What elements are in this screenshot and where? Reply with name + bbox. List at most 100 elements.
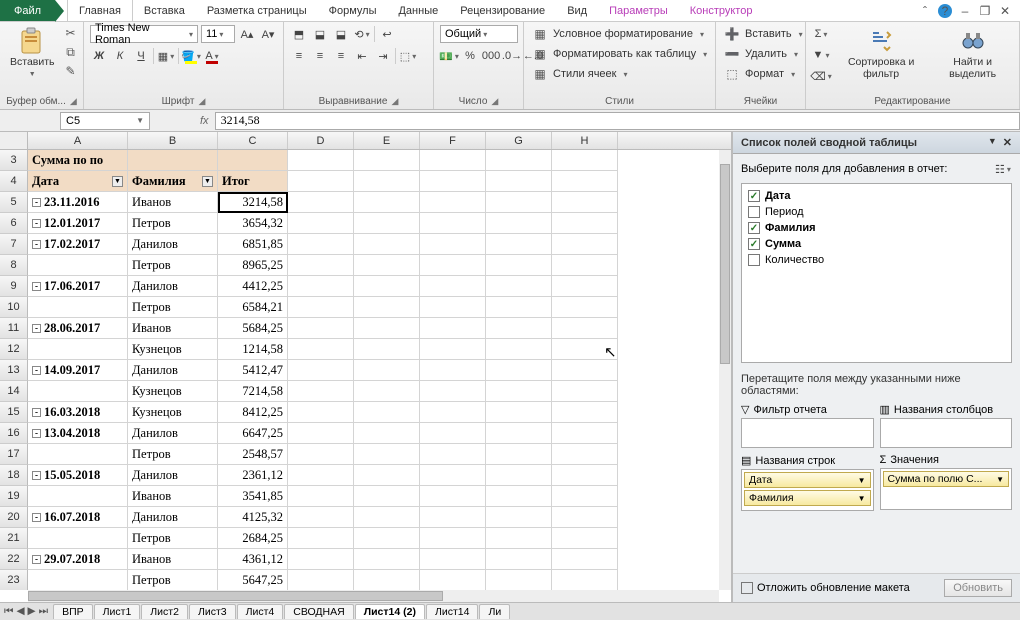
cell[interactable] (420, 402, 486, 423)
cell[interactable] (288, 255, 354, 276)
cell[interactable] (288, 549, 354, 570)
cell[interactable] (288, 423, 354, 444)
cell[interactable] (288, 339, 354, 360)
cell[interactable] (420, 192, 486, 213)
row-header[interactable]: 7 (0, 234, 28, 255)
sheet-tab[interactable]: Ли (479, 604, 510, 619)
update-button[interactable]: Обновить (944, 579, 1012, 597)
col-header-B[interactable]: B (128, 132, 218, 149)
collapse-icon[interactable]: - (32, 408, 41, 417)
cell[interactable] (486, 297, 552, 318)
sheet-tab[interactable]: ВПР (53, 604, 93, 619)
cell[interactable] (354, 192, 420, 213)
cell[interactable] (552, 213, 618, 234)
align-center-icon[interactable]: ≡ (311, 47, 329, 65)
col-header-D[interactable]: D (288, 132, 354, 149)
cell[interactable] (420, 528, 486, 549)
row-header[interactable]: 8 (0, 255, 28, 276)
row-header[interactable]: 19 (0, 486, 28, 507)
cell[interactable] (354, 276, 420, 297)
minimize-ribbon-icon[interactable]: ˆ (918, 4, 932, 18)
cell[interactable]: Иванов (128, 192, 218, 213)
zone-columns[interactable] (880, 418, 1013, 448)
collapse-icon[interactable]: - (32, 471, 41, 480)
collapse-icon[interactable]: - (32, 282, 41, 291)
menu-tab-0[interactable]: Главная (67, 0, 133, 21)
cell[interactable] (486, 318, 552, 339)
cell[interactable]: Фамилия▼ (128, 171, 218, 192)
cell[interactable] (552, 255, 618, 276)
zone-pill[interactable]: Дата▼ (744, 472, 871, 488)
cell[interactable] (486, 171, 552, 192)
cell[interactable] (420, 276, 486, 297)
cell[interactable] (288, 570, 354, 590)
cell[interactable] (486, 192, 552, 213)
cell[interactable] (288, 465, 354, 486)
currency-icon[interactable]: 💵 (440, 47, 458, 65)
cell[interactable] (420, 213, 486, 234)
cell[interactable] (486, 444, 552, 465)
cell[interactable]: -29.07.2018 (28, 549, 128, 570)
sheet-tab[interactable]: Лист14 (2) (355, 604, 425, 619)
format-as-table-button[interactable]: ▦Форматировать как таблицу (530, 45, 709, 63)
cell[interactable]: 1214,58 (218, 339, 288, 360)
col-header-A[interactable]: A (28, 132, 128, 149)
cell[interactable] (354, 255, 420, 276)
collapse-icon[interactable]: - (32, 366, 41, 375)
cell[interactable] (354, 423, 420, 444)
cell[interactable] (354, 444, 420, 465)
cell[interactable]: 2361,12 (218, 465, 288, 486)
delete-cells-button[interactable]: ➖Удалить (722, 45, 800, 63)
fill-color-button[interactable]: 🪣 (182, 47, 200, 65)
cell-styles-button[interactable]: ▦Стили ячеек (530, 65, 630, 83)
cell[interactable]: 6851,85 (218, 234, 288, 255)
cell[interactable] (218, 150, 288, 171)
cell[interactable] (28, 444, 128, 465)
cell[interactable]: Кузнецов (128, 381, 218, 402)
cell[interactable]: Кузнецов (128, 339, 218, 360)
percent-icon[interactable]: % (461, 47, 479, 65)
cell[interactable] (288, 444, 354, 465)
cell[interactable] (288, 318, 354, 339)
cell[interactable] (420, 570, 486, 590)
file-tab[interactable]: Файл (0, 0, 55, 21)
zone-values[interactable]: Сумма по полю С...▼ (880, 468, 1013, 510)
cell[interactable]: 8965,25 (218, 255, 288, 276)
field-item[interactable]: ✓Сумма (746, 236, 1007, 252)
cell[interactable] (288, 192, 354, 213)
cell[interactable] (288, 528, 354, 549)
checkbox-icon[interactable]: ✓ (748, 222, 760, 234)
field-item[interactable]: Количество (746, 252, 1007, 268)
cell[interactable] (354, 318, 420, 339)
restore-window-icon[interactable]: ❐ (978, 4, 992, 18)
fx-icon[interactable]: fx (200, 115, 209, 127)
row-header[interactable]: 20 (0, 507, 28, 528)
cell[interactable] (486, 234, 552, 255)
field-item[interactable]: ✓Дата (746, 188, 1007, 204)
cell[interactable] (552, 276, 618, 297)
cell[interactable] (552, 318, 618, 339)
close-window-icon[interactable]: ✕ (998, 4, 1012, 18)
checkbox-icon[interactable]: ✓ (748, 238, 760, 250)
grow-font-icon[interactable]: A▴ (238, 25, 256, 43)
cell[interactable] (28, 297, 128, 318)
cell[interactable] (552, 171, 618, 192)
cell[interactable] (552, 507, 618, 528)
col-header-F[interactable]: F (420, 132, 486, 149)
cell[interactable] (420, 360, 486, 381)
col-header-H[interactable]: H (552, 132, 618, 149)
cell[interactable] (486, 423, 552, 444)
row-header[interactable]: 13 (0, 360, 28, 381)
cell[interactable]: Петров (128, 213, 218, 234)
cell[interactable] (420, 381, 486, 402)
conditional-format-button[interactable]: ▦Условное форматирование (530, 25, 706, 43)
cell[interactable]: Данилов (128, 360, 218, 381)
cell[interactable] (128, 150, 218, 171)
row-header[interactable]: 16 (0, 423, 28, 444)
row-header[interactable]: 21 (0, 528, 28, 549)
italic-button[interactable]: К (111, 47, 129, 65)
align-top-icon[interactable]: ⬒ (290, 25, 308, 43)
cell[interactable]: -23.11.2016 (28, 192, 128, 213)
col-header-C[interactable]: C (218, 132, 288, 149)
cell[interactable] (354, 528, 420, 549)
